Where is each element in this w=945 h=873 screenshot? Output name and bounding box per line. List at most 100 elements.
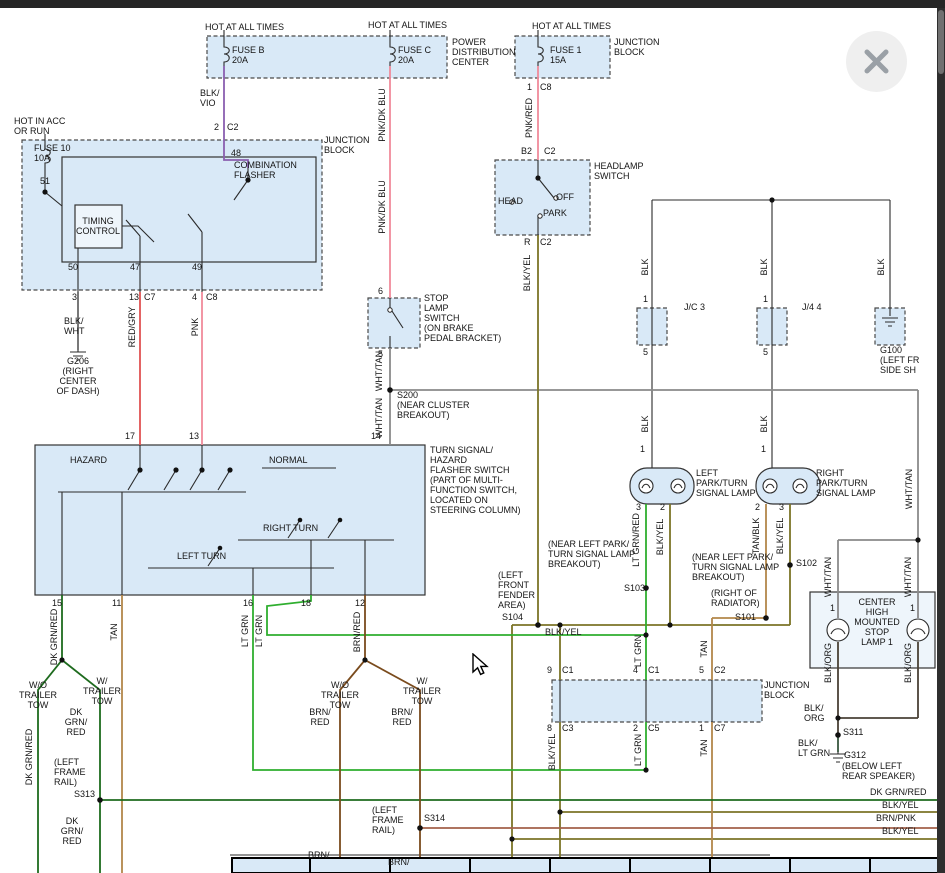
pin-c8: C8 bbox=[540, 82, 552, 92]
pin-6: 6 bbox=[378, 286, 383, 296]
timing-control-label: TIMING CONTROL bbox=[76, 216, 120, 236]
fuse-10-label: FUSE 10 10A bbox=[34, 143, 71, 163]
pin-9: 9 bbox=[547, 665, 552, 675]
pin-5: 5 bbox=[763, 347, 768, 357]
wire-label-lt-grn: LT GRN bbox=[254, 615, 264, 647]
s102-note: (NEAR LEFT PARK/ TURN SIGNAL LAMP BREAKO… bbox=[692, 552, 779, 582]
s314-dot bbox=[417, 825, 423, 831]
headlamp-switch-label: HEADLAMP SWITCH bbox=[594, 161, 644, 181]
left-lamp-label: LEFT PARK/TURN SIGNAL LAMP bbox=[696, 468, 756, 498]
fuse-1-label: FUSE 1 15A bbox=[550, 45, 582, 65]
pin-5: 5 bbox=[699, 665, 704, 675]
wire-label-dk-grn-red: DK GRN/RED bbox=[24, 729, 34, 786]
s311-label: S311 bbox=[843, 727, 863, 737]
pin-c3: C3 bbox=[562, 723, 574, 733]
s104-label: S104 bbox=[502, 612, 523, 622]
pdc-label: POWER DISTRIBUTION CENTER bbox=[452, 37, 516, 67]
s313-label: S313 bbox=[74, 789, 95, 799]
right-lamp-label: RIGHT PARK/TURN SIGNAL LAMP bbox=[816, 468, 876, 498]
pin-11: 11 bbox=[112, 598, 121, 608]
fuse-c-label: FUSE C 20A bbox=[398, 45, 431, 65]
junction-block-flasher-label: JUNCTION BLOCK bbox=[324, 135, 370, 155]
wire-label-pnk-dk-blu: PNK/DK BLU bbox=[377, 180, 387, 234]
wire-label-pnk-red: PNK/RED bbox=[524, 98, 534, 138]
g206-label: G206 (RIGHT CENTER OF DASH) bbox=[56, 356, 99, 396]
wire-label-brn-red: BRN/RED bbox=[352, 612, 362, 653]
g100-label: G100 (LEFT FR SIDE SH bbox=[880, 345, 919, 375]
turn-signal-switch-label: TURN SIGNAL/ HAZARD FLASHER SWITCH (PART… bbox=[430, 445, 521, 515]
hazard-label: HAZARD bbox=[70, 455, 107, 465]
component-boxes bbox=[22, 36, 935, 722]
park-position-label: PARK bbox=[543, 208, 567, 218]
wire-label-wht-tan: WHT/TAN bbox=[903, 557, 913, 597]
wire-label-dk-grn-red: DK GRN/RED bbox=[49, 609, 59, 666]
w-trailer-tow-label: W/ TRAILER TOW bbox=[83, 676, 121, 706]
pin-c7: C7 bbox=[714, 723, 726, 733]
s101-label: S101 bbox=[735, 612, 756, 622]
s101-dot bbox=[763, 615, 769, 621]
pin-1: 1 bbox=[910, 603, 915, 613]
pin-3: 3 bbox=[72, 292, 77, 302]
pin-12: 12 bbox=[355, 598, 365, 608]
wire-label-wht-tan: WHT/TAN bbox=[374, 351, 384, 391]
wire-label-brn-pnk: BRN/PNK bbox=[876, 813, 916, 823]
close-button[interactable] bbox=[846, 31, 907, 92]
wire-label-blk-yel: BLK/YEL bbox=[655, 519, 665, 556]
pin-49: 49 bbox=[192, 262, 202, 272]
s200-dot bbox=[387, 387, 393, 393]
pin-1: 1 bbox=[761, 444, 766, 454]
wire-label-lt-grn: LT GRN bbox=[240, 615, 250, 647]
scrollbar-thumb[interactable] bbox=[938, 10, 944, 74]
pin-c2: C2 bbox=[227, 122, 239, 132]
wire-label-blk: BLK bbox=[759, 258, 769, 275]
pin-c5: C5 bbox=[648, 723, 660, 733]
wire-label-blk-yel: BLK/YEL bbox=[775, 518, 785, 555]
wire-label-blk-yel: BLK/YEL bbox=[882, 826, 919, 836]
pin-50: 50 bbox=[68, 262, 78, 272]
wire-label-dk-grn-red: DK GRN/ RED bbox=[61, 816, 84, 846]
pin-5: 5 bbox=[643, 347, 648, 357]
pin-c1: C1 bbox=[648, 665, 660, 675]
s102-label: S102 bbox=[796, 558, 817, 568]
pin-c2: C2 bbox=[714, 665, 726, 675]
pin-2: 2 bbox=[660, 502, 665, 512]
wire-label-tan-blk: TAN/BLK bbox=[751, 518, 761, 555]
pin-c2: C2 bbox=[540, 237, 552, 247]
vertical-scrollbar[interactable] bbox=[937, 0, 945, 873]
pin-3: 3 bbox=[779, 502, 784, 512]
wire-label-wht-tan: WHT/TAN bbox=[904, 469, 914, 509]
pin-1: 1 bbox=[527, 82, 532, 92]
pin-51: 51 bbox=[40, 176, 50, 186]
pin-8: 8 bbox=[547, 723, 552, 733]
pin-48: 48 bbox=[231, 148, 241, 158]
pin-13: 13 bbox=[129, 292, 139, 302]
wire-label-pnk: PNK bbox=[190, 318, 200, 337]
stop-lamp-switch-box bbox=[368, 298, 420, 348]
wo-trailer-tow-label: W/O TRAILER TOW bbox=[321, 680, 359, 710]
pin-2: 2 bbox=[214, 122, 219, 132]
junction-block-top-label: JUNCTION BLOCK bbox=[614, 37, 660, 57]
pin-1: 1 bbox=[763, 294, 768, 304]
pin-c2: C2 bbox=[544, 146, 556, 156]
s103-note: (NEAR LEFT PARK/ TURN SIGNAL LAMP BREAKO… bbox=[548, 539, 635, 569]
off-position-label: OFF bbox=[556, 192, 574, 202]
wire-label-brn-cut: BRN/ bbox=[388, 857, 410, 867]
w-trailer-tow-label: W/ TRAILER TOW bbox=[403, 676, 441, 706]
s311-dot bbox=[835, 732, 841, 738]
pin-3: 3 bbox=[636, 502, 641, 512]
jc3-label: J/C 3 bbox=[684, 302, 705, 312]
wire-label-lt-grn: LT GRN bbox=[633, 635, 643, 667]
wire-label-blk-yel: BLK/YEL bbox=[882, 800, 919, 810]
wire-label-blk: BLK bbox=[640, 415, 650, 432]
pin-16: 16 bbox=[243, 598, 253, 608]
s200-label: S200 (NEAR CLUSTER BREAKOUT) bbox=[397, 390, 470, 420]
left-turn-label: LEFT TURN bbox=[177, 551, 226, 561]
wire-label-tan: TAN bbox=[699, 640, 709, 657]
hot-at-all-times-label: HOT AT ALL TIMES bbox=[205, 22, 284, 32]
g312-note: (BELOW LEFT REAR SPEAKER) bbox=[842, 761, 915, 781]
wire-label-blk-org: BLK/ORG bbox=[823, 643, 833, 683]
pin-17: 17 bbox=[125, 431, 135, 441]
pin-1: 1 bbox=[830, 603, 835, 613]
hot-at-all-times-label: HOT AT ALL TIMES bbox=[368, 20, 447, 30]
wire-label-dk-grn-red: DK GRN/RED bbox=[870, 787, 927, 797]
